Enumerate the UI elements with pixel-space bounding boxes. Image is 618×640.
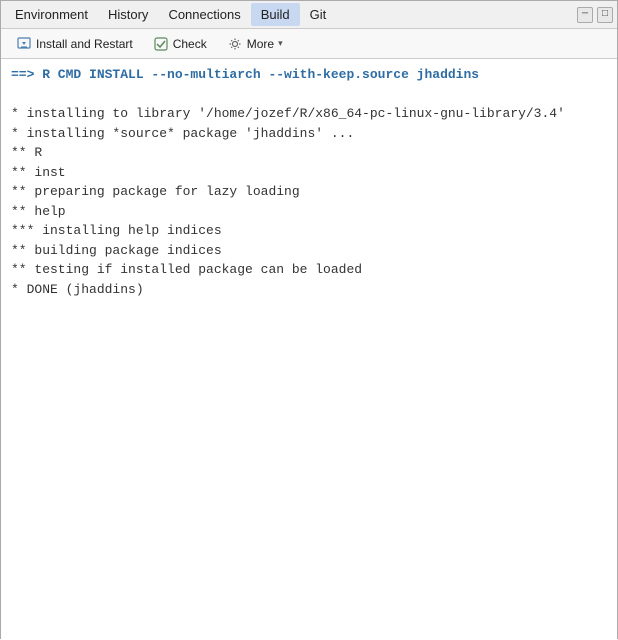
console-line-6: ** help: [11, 202, 607, 222]
check-icon: [153, 36, 169, 52]
gear-icon: [227, 36, 243, 52]
menu-history[interactable]: History: [98, 3, 158, 26]
more-button[interactable]: More ▾: [218, 32, 292, 56]
window-controls: ─ □: [577, 7, 613, 23]
console-line-2: * installing *source* package 'jhaddins'…: [11, 124, 607, 144]
console-line-9: ** testing if installed package can be l…: [11, 260, 607, 280]
menu-git[interactable]: Git: [300, 3, 337, 26]
toolbar: Install and Restart Check More ▾: [1, 29, 617, 59]
console-line-10: * DONE (jhaddins): [11, 280, 607, 300]
menu-build[interactable]: Build: [251, 3, 300, 26]
console-line-5: ** preparing package for lazy loading: [11, 182, 607, 202]
more-label: More: [247, 37, 274, 51]
install-restart-button[interactable]: Install and Restart: [7, 32, 142, 56]
check-label: Check: [173, 37, 207, 51]
install-icon: [16, 36, 32, 52]
console-line-8: ** building package indices: [11, 241, 607, 261]
check-button[interactable]: Check: [144, 32, 216, 56]
console-line-1: * installing to library '/home/jozef/R/x…: [11, 104, 607, 124]
menubar: Environment History Connections Build Gi…: [1, 1, 617, 29]
console-output: ==> R CMD INSTALL --no-multiarch --with-…: [1, 59, 617, 640]
console-line-blank: [11, 85, 607, 105]
console-line-4: ** inst: [11, 163, 607, 183]
console-line-cmd: ==> R CMD INSTALL --no-multiarch --with-…: [11, 65, 607, 85]
maximize-button[interactable]: □: [597, 7, 613, 23]
more-dropdown-arrow: ▾: [278, 38, 283, 49]
install-restart-label: Install and Restart: [36, 37, 133, 51]
minimize-button[interactable]: ─: [577, 7, 593, 23]
menu-environment[interactable]: Environment: [5, 3, 98, 26]
menu-connections[interactable]: Connections: [158, 3, 250, 26]
console-line-7: *** installing help indices: [11, 221, 607, 241]
console-line-3: ** R: [11, 143, 607, 163]
